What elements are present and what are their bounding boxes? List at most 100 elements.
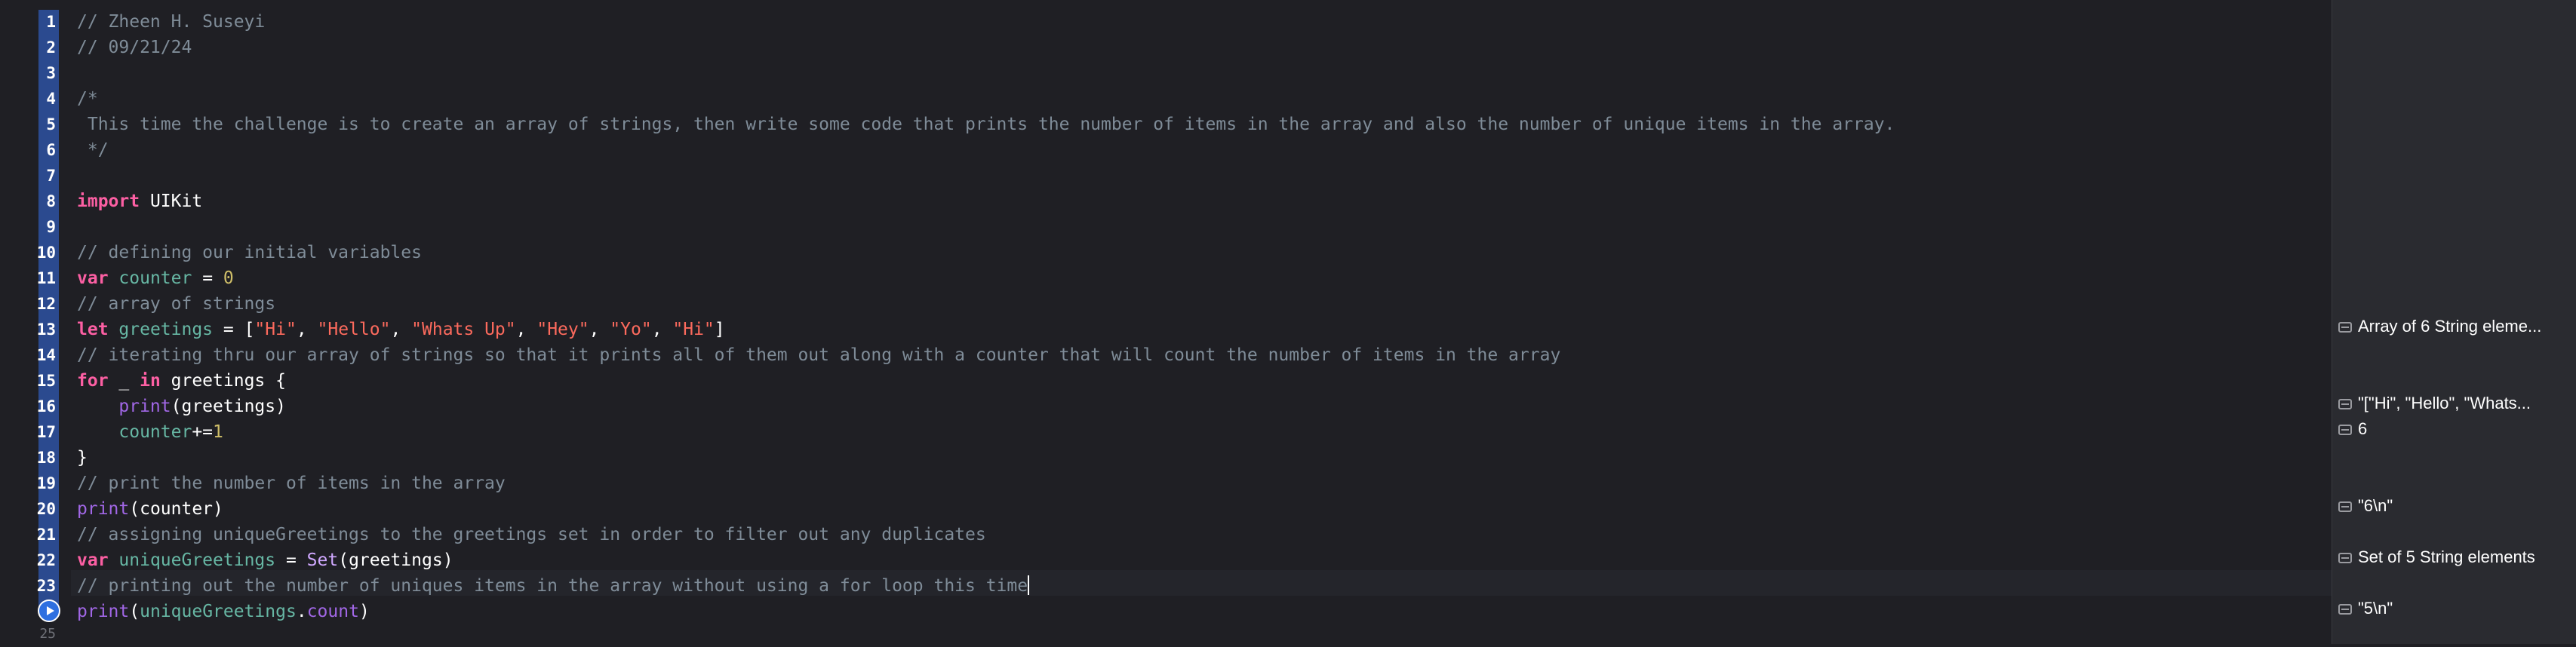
string-literal: "Hi" (672, 320, 715, 339)
keyword: in (140, 371, 161, 391)
result-text: "5\n" (2358, 599, 2393, 618)
separator: , (296, 320, 318, 339)
code-line-18[interactable]: } (77, 445, 2341, 471)
code-line-17[interactable]: counter+=1 (77, 419, 2341, 445)
code-text: = (275, 550, 307, 570)
result-line-22[interactable]: Set of 5 String elements (2338, 544, 2572, 570)
comment: // Zheen H. Suseyi (77, 12, 266, 32)
comment: // iterating thru our array of strings s… (77, 345, 1561, 365)
line-number: 21 (36, 526, 56, 544)
quicklook-icon[interactable] (2338, 322, 2352, 333)
line-number: 15 (36, 372, 56, 390)
keyword: import (77, 192, 140, 211)
result-text: Set of 5 String elements (2358, 547, 2535, 566)
line-number: 5 (46, 115, 56, 133)
code-text: ] (714, 320, 725, 339)
result-text: 6 (2358, 419, 2368, 438)
code-text: ( (129, 602, 140, 621)
code-line-2[interactable]: // 09/21/24 (77, 35, 2341, 60)
code-text: (greetings) (171, 397, 286, 416)
code-text: . (296, 602, 307, 621)
function-name: print (77, 499, 130, 519)
line-number: 13 (36, 320, 56, 339)
code-line-21[interactable]: // assigning uniqueGreetings to the gree… (77, 522, 2341, 547)
code-line-20[interactable]: print(counter) (77, 496, 2341, 522)
comment: // print the number of items in the arra… (77, 474, 506, 493)
code-line-22[interactable]: var uniqueGreetings = Set(greetings) (77, 547, 2341, 573)
result-line-17[interactable]: 6 (2338, 416, 2572, 442)
code-line-4[interactable]: /* (77, 86, 2341, 112)
code-text: (greetings) (338, 550, 453, 570)
code-line-11[interactable]: var counter = 0 (77, 265, 2341, 291)
result-text: Array of 6 String eleme... (2358, 317, 2542, 336)
line-number: 22 (36, 551, 56, 569)
code-text: = (192, 268, 223, 288)
keyword: var (77, 550, 109, 570)
line-number: 10 (36, 244, 56, 262)
code-text: } (77, 448, 88, 468)
comment: // array of strings (77, 294, 276, 314)
code-text: greetings { (160, 371, 286, 391)
line-number: 16 (36, 397, 56, 415)
property-name: count (306, 602, 359, 621)
result-line-24[interactable]: "5\n" (2338, 596, 2572, 621)
separator: , (651, 320, 673, 339)
code-editor[interactable]: 1 2 3 4 5 6 7 8 9 10 11 12 13 14 15 16 1… (0, 0, 2576, 644)
string-literal: "Whats Up" (411, 320, 516, 339)
line-number: 2 (46, 38, 56, 57)
comment: /* (77, 89, 98, 109)
code-text: UIKit (140, 192, 203, 211)
line-number: 1 (46, 13, 56, 31)
number-literal: 0 (223, 268, 234, 288)
code-line-12[interactable]: // array of strings (77, 291, 2341, 317)
play-circle-icon[interactable] (38, 599, 60, 622)
keyword: let (77, 320, 109, 339)
code-line-24[interactable]: print(uniqueGreetings.count) (77, 599, 2341, 624)
line-number: 12 (36, 295, 56, 313)
code-line-8[interactable]: import UIKit (77, 189, 2341, 214)
comment: This time the challenge is to create an … (77, 115, 1895, 134)
code-line-19[interactable]: // print the number of items in the arra… (77, 471, 2341, 496)
line-number: 14 (36, 346, 56, 364)
keyword: for (77, 371, 109, 391)
variable-name: uniqueGreetings (118, 550, 276, 570)
code-line-5[interactable]: This time the challenge is to create an … (77, 112, 2341, 137)
function-name: print (77, 602, 130, 621)
line-number: 4 (46, 90, 56, 108)
code-line-10[interactable]: // defining our initial variables (77, 240, 2341, 265)
line-number-gutter[interactable]: 1 2 3 4 5 6 7 8 9 10 11 12 13 14 15 16 1… (0, 0, 71, 644)
code-line-16[interactable]: print(greetings) (77, 394, 2341, 419)
code-line-14[interactable]: // iterating thru our array of strings s… (77, 342, 2341, 368)
quicklook-icon[interactable] (2338, 553, 2352, 563)
code-line-1[interactable]: // Zheen H. Suseyi (77, 9, 2341, 35)
number-literal: 1 (213, 422, 223, 442)
quicklook-icon[interactable] (2338, 501, 2352, 512)
quicklook-icon[interactable] (2338, 399, 2352, 409)
string-literal: "Hello" (317, 320, 391, 339)
result-line-13[interactable]: Array of 6 String eleme... (2338, 314, 2572, 339)
line-number: 9 (46, 218, 56, 236)
code-line-13[interactable]: let greetings = ["Hi", "Hello", "Whats U… (77, 317, 2341, 342)
result-line-16[interactable]: "["Hi", "Hello", "Whats... (2338, 391, 2572, 416)
comment: */ (77, 140, 109, 160)
line-number: 23 (36, 577, 56, 595)
string-literal: "Hey" (536, 320, 589, 339)
quicklook-icon[interactable] (2338, 425, 2352, 435)
comment: // assigning uniqueGreetings to the gree… (77, 525, 986, 544)
code-line-6[interactable]: */ (77, 137, 2341, 163)
quicklook-icon[interactable] (2338, 604, 2352, 615)
code-line-15[interactable]: for _ in greetings { (77, 368, 2341, 394)
function-name: print (118, 397, 171, 416)
separator: , (515, 320, 537, 339)
variable-name: uniqueGreetings (140, 602, 297, 621)
line-number: 25 (39, 626, 56, 642)
line-number: 6 (46, 141, 56, 159)
variable-name: counter (118, 268, 192, 288)
comment: // 09/21/24 (77, 38, 192, 57)
code-line-23[interactable]: // printing out the number of uniques it… (77, 573, 2341, 599)
result-line-20[interactable]: "6\n" (2338, 493, 2572, 519)
line-number: 8 (46, 192, 56, 210)
line-number: 20 (36, 500, 56, 518)
